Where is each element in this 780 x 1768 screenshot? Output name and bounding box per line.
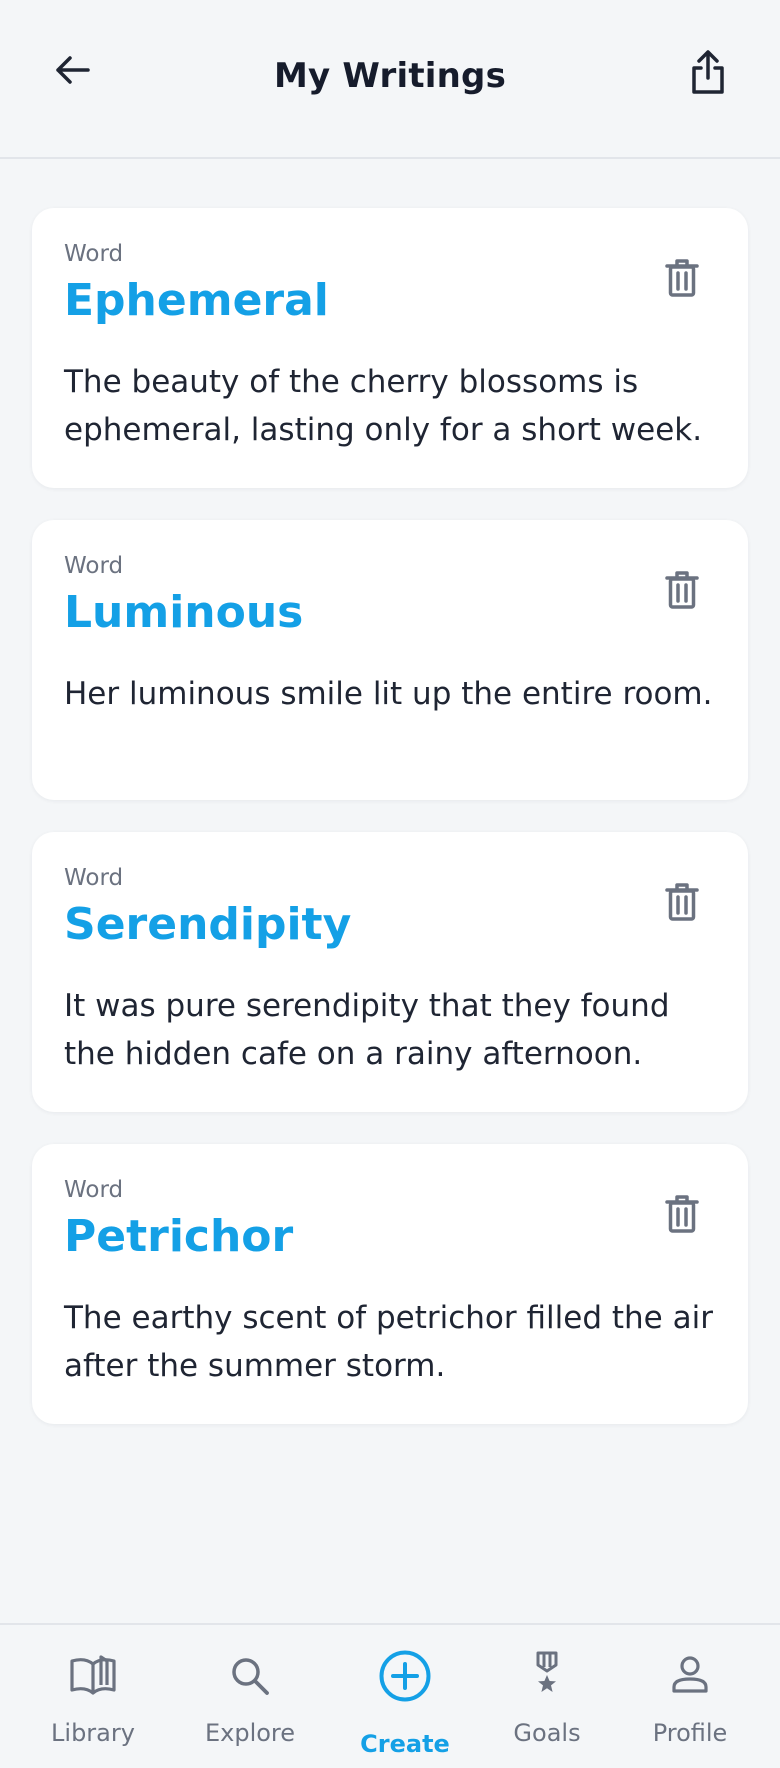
card-label: Word — [64, 865, 124, 891]
trash-icon — [665, 259, 699, 301]
top-bar: My Writings — [0, 0, 780, 159]
delete-button[interactable] — [662, 1194, 702, 1238]
trash-icon — [665, 1195, 699, 1237]
writing-card[interactable]: Word Ephemeral The beauty of the cherry … — [32, 208, 748, 488]
nav-item-explore[interactable]: Explore — [180, 1625, 320, 1768]
nav-label: Profile — [652, 1719, 728, 1747]
writing-card[interactable]: Word Serendipity It was pure serendipity… — [32, 832, 748, 1112]
card-label: Word — [64, 241, 124, 267]
card-word: Serendipity — [64, 899, 352, 950]
search-icon — [229, 1655, 271, 1697]
delete-button[interactable] — [662, 570, 702, 614]
nav-label: Library — [51, 1719, 135, 1747]
nav-item-library[interactable]: Library — [23, 1625, 163, 1768]
nav-item-profile[interactable]: Profile — [620, 1625, 760, 1768]
book-open-icon — [69, 1655, 117, 1695]
writing-card[interactable]: Word Luminous Her luminous smile lit up … — [32, 520, 748, 800]
delete-button[interactable] — [662, 882, 702, 926]
card-sentence: It was pure serendipity that they found … — [64, 988, 670, 1072]
bottom-nav: Library Explore Create Goals Profile — [0, 1623, 780, 1768]
card-word: Petrichor — [64, 1211, 294, 1262]
user-icon — [670, 1655, 710, 1695]
nav-label: Explore — [204, 1719, 296, 1747]
nav-label: Create — [360, 1730, 450, 1758]
share-button[interactable] — [682, 46, 734, 102]
trash-icon — [665, 883, 699, 925]
medal-icon — [532, 1651, 562, 1695]
page-title: My Writings — [273, 56, 507, 96]
card-label: Word — [64, 553, 124, 579]
app-root: My Writings Word Ephemeral The beauty of… — [0, 0, 780, 1768]
card-sentence: The beauty of the cherry blossoms is eph… — [64, 364, 703, 448]
trash-icon — [665, 571, 699, 613]
card-sentence: The earthy scent of petrichor filled the… — [64, 1300, 713, 1384]
card-word: Luminous — [64, 587, 304, 638]
card-word: Ephemeral — [64, 275, 329, 326]
nav-item-create[interactable]: Create — [335, 1625, 475, 1768]
nav-item-goals[interactable]: Goals — [477, 1625, 617, 1768]
card-label: Word — [64, 1177, 124, 1203]
nav-label: Goals — [513, 1719, 581, 1747]
writing-card[interactable]: Word Petrichor The earthy scent of petri… — [32, 1144, 748, 1424]
share-icon — [690, 49, 726, 99]
delete-button[interactable] — [662, 258, 702, 302]
plus-circle-icon — [378, 1649, 432, 1703]
card-sentence: Her luminous smile lit up the entire roo… — [64, 676, 713, 712]
writings-list: Word Ephemeral The beauty of the cherry … — [32, 208, 748, 1456]
